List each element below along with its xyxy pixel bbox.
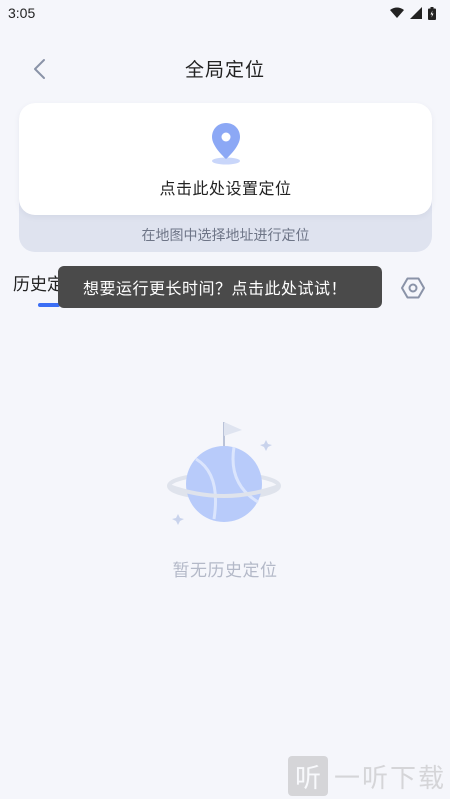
- status-icons: [390, 6, 436, 20]
- watermark-glyph: 听: [288, 756, 328, 796]
- set-location-label: 点击此处设置定位: [159, 181, 292, 198]
- chevron-left-icon: [34, 59, 45, 79]
- watermark-logo: 听 一听下载: [288, 756, 446, 796]
- header: 全局定位: [0, 44, 450, 92]
- battery-icon: [428, 6, 436, 20]
- wifi-icon: [390, 7, 404, 18]
- location-pin-icon: [211, 123, 240, 165]
- select-on-map-link[interactable]: 在地图中选择地址进行定位: [19, 221, 432, 249]
- signal-icon: [410, 7, 422, 19]
- tab-active-indicator: [38, 303, 60, 307]
- settings-icon[interactable]: [400, 275, 426, 301]
- locate-panel: 点击此处设置定位 在地图中选择地址进行定位: [19, 103, 432, 252]
- set-location-card[interactable]: 点击此处设置定位: [19, 103, 432, 215]
- status-time: 3:05: [8, 5, 36, 21]
- empty-planet-illustration: [167, 422, 281, 525]
- upgrade-tooltip[interactable]: 想要运行更长时间？点击此处试试！: [58, 266, 382, 308]
- page-title: 全局定位: [184, 59, 265, 81]
- watermark-text: 一听下载: [334, 762, 447, 793]
- back-button[interactable]: [24, 54, 54, 84]
- empty-state-text: 暂无历史定位: [172, 561, 278, 580]
- status-bar: 3:05: [0, 0, 450, 26]
